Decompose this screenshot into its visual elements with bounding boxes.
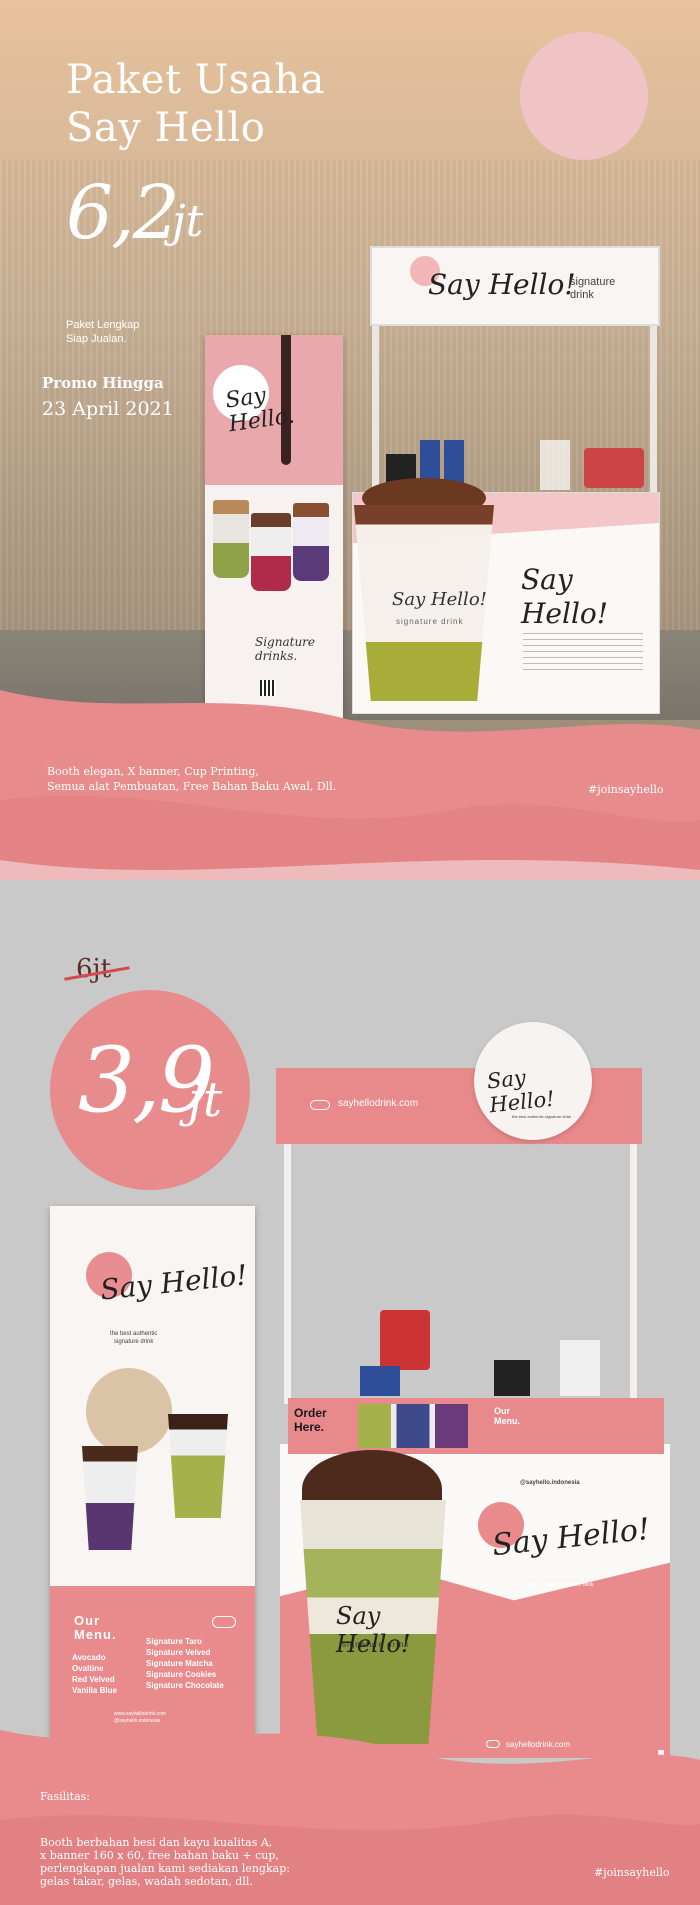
menu-item: Ovaltine [72, 1664, 104, 1673]
offer-price-unit: jt [188, 1072, 223, 1128]
desc-line2: Semua alat Pembuatan, Free Bahan Baku Aw… [47, 780, 337, 793]
booth-pole [284, 1144, 291, 1404]
facilities-line1: Booth berbahan besi dan kayu kualitas A, [40, 1836, 273, 1849]
banner-signature-line1: Signature [255, 635, 316, 649]
menu-column-2: Signature Taro Signature Velved Signatur… [146, 1636, 224, 1691]
counter-text-block [523, 633, 643, 673]
shelf-menu: Our Menu. [494, 1406, 520, 1426]
old-price: 6jt [76, 954, 112, 984]
banner-tagline: the best authentic signature drink [110, 1330, 157, 1346]
order-line2: Here. [294, 1420, 325, 1434]
plastic-cups [560, 1340, 600, 1396]
order-here: Order Here. [294, 1406, 327, 1434]
menu-title: Our Menu. [74, 1614, 117, 1642]
straw-holder [494, 1360, 530, 1396]
promo-label: Promo Hingga [42, 374, 164, 392]
photo-background [86, 1368, 172, 1454]
shelf-menu-line2: Menu. [494, 1416, 520, 1426]
cup-brand: Say Hello! [336, 1602, 411, 1658]
cup-sub: signature drink [396, 617, 464, 626]
booth-pole [372, 326, 379, 496]
hero-subtitle-line1: Paket Lengkap [66, 319, 140, 331]
order-line1: Order [294, 1406, 327, 1420]
counter-brand-line1: Say [521, 563, 573, 596]
booth-shelf: Order Here. Our Menu. [288, 1398, 664, 1454]
facilities-line2: x banner 160 x 60, free bahan baku + cup… [40, 1849, 279, 1862]
featured-cup: Say Hello! signature drink [354, 505, 494, 701]
hashtag: #joinsayhello [588, 783, 664, 796]
hero-price-unit: jt [172, 196, 204, 247]
drink-cup-matcha [213, 500, 249, 578]
drink-cup-taro [293, 503, 329, 581]
desc-line1: Booth elegan, X banner, Cup Printing, [47, 765, 260, 778]
counter-tagline: the best authentic signature drink [520, 1582, 594, 1588]
menu-title-line2: Menu. [74, 1627, 117, 1642]
shelf-menu-line1: Our [494, 1406, 511, 1416]
menu-item: Red Velved [72, 1675, 115, 1684]
hero-title-line1: Paket Usaha [66, 57, 325, 103]
drink-cup-red-velvet [251, 513, 291, 591]
tagline-line2: signature drink [114, 1339, 154, 1345]
x-banner-bottom: Say Hello! the best authentic signature … [50, 1206, 255, 1740]
menu-column-1: Avocado Ovaltine Red Velved Vanilla Blue [72, 1652, 117, 1696]
hero-title: Paket Usaha Say Hello [66, 56, 325, 152]
sign-sub-line2: drink [570, 289, 594, 301]
booth-sign: Say Hello! signature drink [370, 246, 660, 326]
hero-subtitle: Paket Lengkap Siap Jualan. [66, 318, 139, 346]
counter-ig: @sayhello.indonesia [520, 1480, 580, 1486]
menu-item: Vanilla Blue [72, 1686, 117, 1695]
menu-title-line1: Our [74, 1613, 101, 1628]
milk-cans [360, 1366, 400, 1396]
header-url: sayhellodrink.com [338, 1098, 419, 1109]
drink-cup-taro [82, 1446, 138, 1550]
condensed-milk-cans [584, 448, 644, 488]
facilities-body: Booth berbahan besi dan kayu kualitas A,… [40, 1836, 290, 1888]
facilities-line4: gelas takar, gelas, wadah sedotan, dll. [40, 1875, 253, 1888]
pink-circle-decoration [520, 32, 648, 160]
counter-brand: Say Hello! [521, 563, 608, 631]
hero-price: 6,2 [66, 170, 180, 256]
shelf-drink-photos [358, 1404, 468, 1448]
menu-item: Signature Matcha [146, 1659, 213, 1668]
cup-sub: signature drink [342, 1640, 410, 1649]
plastic-cups [540, 440, 570, 490]
section1-description: Booth elegan, X banner, Cup Printing, Se… [47, 764, 336, 794]
disc-brand: Say Hello! [485, 1065, 556, 1118]
booth-disc-sign: Say Hello! the best authentic signature … [474, 1022, 592, 1140]
banner-signature-line2: drinks. [255, 649, 298, 663]
cup-brand: Say Hello! [392, 589, 487, 610]
hero-title-line2: Say Hello [66, 105, 266, 151]
menu-item: Signature Taro [146, 1637, 202, 1646]
facilities-label: Fasilitas: [40, 1790, 90, 1803]
booth-pole [630, 1144, 637, 1404]
drink-cup-matcha [168, 1414, 228, 1518]
menu-item: Signature Cookies [146, 1670, 217, 1679]
hashtag: #joinsayhello [594, 1866, 670, 1879]
hero-subtitle-line2: Siap Jualan. [66, 333, 127, 345]
booth-pole [650, 326, 657, 496]
facilities-line3: perlengkapan jualan kami sediakan lengka… [40, 1862, 290, 1875]
x-banner-top: Say Hello. Signature drinks. [205, 335, 343, 730]
menu-item: Signature Velved [146, 1648, 211, 1657]
banner-signature: Signature drinks. [255, 635, 315, 663]
disc-tagline: the best authentic signature drink [512, 1114, 571, 1119]
tagline-line1: the best authentic [110, 1331, 158, 1337]
condensed-milk-cans [380, 1310, 430, 1370]
counter-brand-line2: Hello! [521, 597, 609, 630]
sign-brand: Say Hello! [428, 268, 576, 301]
banner-brand: Say Hello. [224, 381, 296, 437]
hero-section: Paket Usaha Say Hello 6,2 jt Paket Lengk… [0, 0, 700, 880]
sign-sub-line1: signature [570, 276, 616, 288]
promo-date: 23 April 2021 [42, 398, 174, 420]
supplies [540, 440, 650, 490]
toggle-icon [212, 1616, 236, 1628]
sign-sub: signature drink [570, 276, 615, 302]
logo-toggle-icon [310, 1100, 330, 1110]
menu-item: Signature Chocolate [146, 1681, 224, 1690]
menu-item: Avocado [72, 1653, 106, 1662]
